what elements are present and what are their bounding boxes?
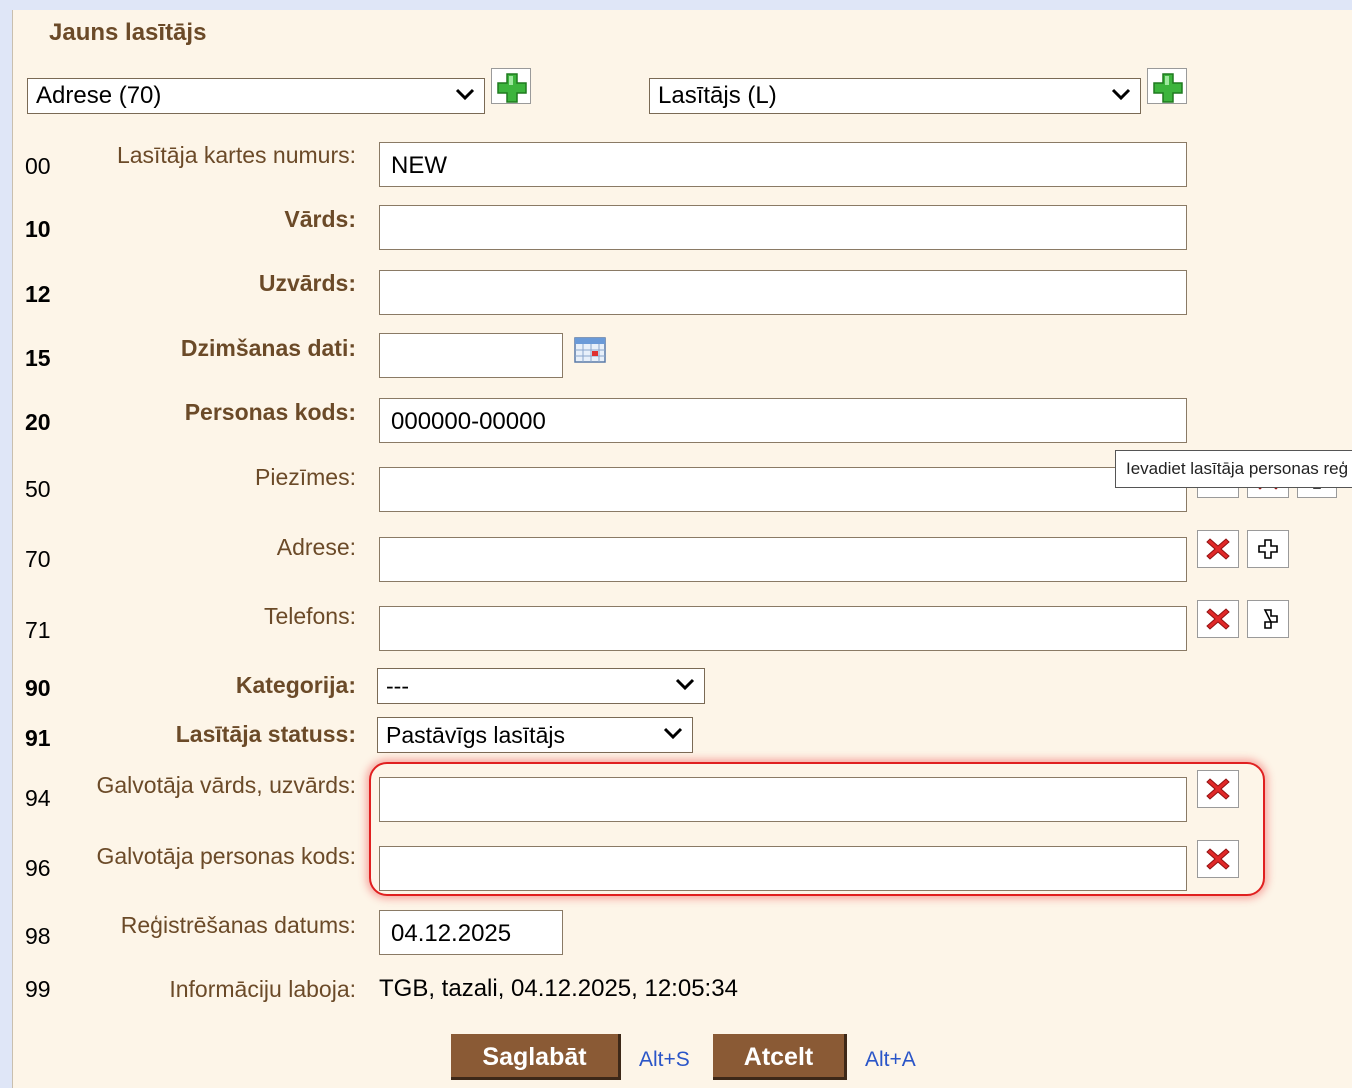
notes-input[interactable] — [379, 467, 1187, 512]
phone-label: Telefons: — [263, 603, 356, 629]
address-input[interactable] — [379, 537, 1187, 582]
green-plus-icon — [497, 73, 527, 103]
address-add-button[interactable] — [1247, 530, 1289, 568]
info-edited-value: TGB, tazali, 04.12.2025, 12:05:34 — [379, 975, 738, 1002]
cancel-button[interactable]: Atcelt — [713, 1034, 847, 1080]
personal-code-tooltip: Ievadiet lasītāja personas reģ — [1115, 450, 1352, 488]
registration-date-label: Reģistrēšanas datums: — [120, 912, 356, 938]
address-label: Adrese: — [276, 534, 356, 560]
field-select[interactable]: Adrese (70) — [27, 78, 485, 114]
red-x-icon — [1206, 608, 1230, 630]
category-select-value: --- — [386, 673, 409, 699]
add-reader-type-button[interactable] — [1147, 68, 1187, 104]
red-x-icon — [1206, 848, 1230, 870]
address-delete-button[interactable] — [1197, 530, 1239, 568]
chevron-down-icon — [1111, 88, 1131, 101]
row-number: 70 — [25, 546, 51, 572]
birth-date-label: Dzimšanas dati: — [180, 335, 356, 361]
cancel-shortcut: Alt+A — [865, 1048, 916, 1071]
guarantor-name-label: Galvotāja vārds, uzvārds: — [96, 772, 356, 798]
row-number: 96 — [25, 855, 51, 881]
birth-date-input[interactable] — [379, 333, 563, 378]
save-shortcut: Alt+S — [639, 1048, 690, 1071]
reader-status-label: Lasītāja statuss: — [175, 721, 356, 747]
reader-form-panel: Jauns lasītājs Adrese (70) Lasītājs (L) … — [12, 10, 1352, 1088]
guarantor-name-delete-button[interactable] — [1197, 770, 1239, 808]
phone-delete-button[interactable] — [1197, 600, 1239, 638]
phone-input[interactable] — [379, 606, 1187, 651]
category-label: Kategorija: — [235, 672, 356, 698]
field-select-value: Adrese (70) — [36, 82, 162, 109]
row-number: 20 — [25, 409, 51, 435]
green-plus-icon — [1153, 73, 1183, 103]
row-number: 91 — [25, 725, 51, 751]
red-x-icon — [1206, 778, 1230, 800]
card-number-label: Lasītāja kartes numurs: — [116, 142, 356, 168]
row-number: 10 — [25, 216, 51, 242]
reader-type-select[interactable]: Lasītājs (L) — [649, 78, 1141, 114]
personal-code-label: Personas kods: — [184, 399, 356, 425]
category-select[interactable]: --- — [377, 668, 705, 704]
reader-type-select-value: Lasītājs (L) — [658, 82, 777, 109]
card-number-input[interactable]: NEW — [379, 142, 1187, 187]
reader-status-select-value: Pastāvīgs lasītājs — [386, 722, 565, 748]
personal-code-input[interactable]: 000000-00000 — [379, 398, 1187, 443]
form-title: Jauns lasītājs — [49, 19, 207, 46]
calendar-icon[interactable] — [573, 334, 609, 366]
registration-date-input[interactable]: 04.12.2025 — [379, 910, 563, 955]
red-x-icon — [1206, 538, 1230, 560]
row-number: 90 — [25, 675, 51, 701]
row-number: 71 — [25, 617, 51, 643]
chevron-down-icon — [675, 678, 695, 691]
row-number: 94 — [25, 785, 51, 811]
guarantor-name-input[interactable] — [379, 777, 1187, 822]
chevron-down-icon — [663, 727, 683, 740]
notes-label: Piezīmes: — [255, 464, 356, 490]
phone-add-button[interactable] — [1247, 600, 1289, 638]
row-number: 00 — [25, 153, 51, 179]
guarantor-code-input[interactable] — [379, 846, 1187, 891]
reader-status-select[interactable]: Pastāvīgs lasītājs — [377, 717, 693, 753]
plus-icon — [1258, 539, 1278, 559]
save-button[interactable]: Saglabāt — [451, 1034, 621, 1080]
last-name-input[interactable] — [379, 270, 1187, 315]
add-field-button[interactable] — [491, 68, 531, 104]
row-number: 50 — [25, 476, 51, 502]
chevron-down-icon — [455, 88, 475, 101]
row-number: 15 — [25, 345, 51, 371]
row-number: 99 — [25, 976, 51, 1002]
first-name-label: Vārds: — [284, 206, 356, 232]
row-number: 12 — [25, 281, 51, 307]
info-edited-label: Informāciju laboja: — [169, 976, 356, 1002]
last-name-label: Uzvārds: — [258, 270, 356, 296]
guarantor-code-label: Galvotāja personas kods: — [96, 843, 356, 869]
plus-icon — [1263, 609, 1278, 629]
guarantor-code-delete-button[interactable] — [1197, 840, 1239, 878]
first-name-input[interactable] — [379, 205, 1187, 250]
row-number: 98 — [25, 923, 51, 949]
